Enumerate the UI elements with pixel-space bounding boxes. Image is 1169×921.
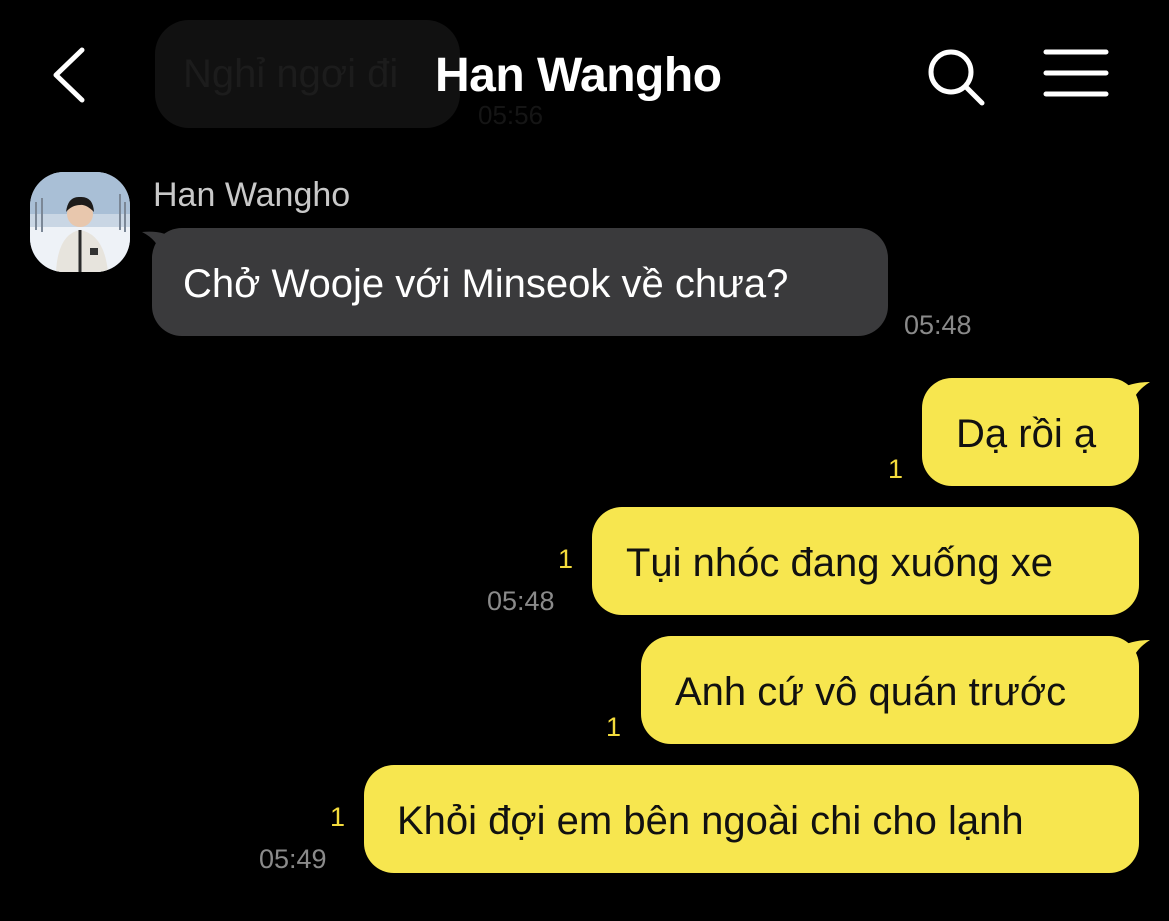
sender-avatar[interactable] xyxy=(30,172,130,272)
incoming-message-text: Chở Wooje với Minseok về chưa? xyxy=(183,262,789,306)
hamburger-menu-icon xyxy=(1043,49,1109,97)
message-timestamp: 05:48 xyxy=(904,310,972,340)
menu-button[interactable] xyxy=(1040,44,1112,104)
search-button[interactable] xyxy=(922,44,988,110)
previous-message-time: 05:56 xyxy=(478,100,544,130)
chat-screen: Nghỉ ngơi đi 05:56 Han Wangho Han Wangho… xyxy=(0,0,1169,921)
back-button[interactable] xyxy=(40,40,100,110)
unread-count: 1 xyxy=(606,712,622,742)
search-icon xyxy=(928,49,985,106)
previous-message-text: Nghỉ ngơi đi xyxy=(183,52,399,96)
sender-name: Han Wangho xyxy=(153,176,351,214)
message-timestamp: 05:49 xyxy=(259,844,327,874)
unread-count: 1 xyxy=(558,544,574,574)
unread-count: 1 xyxy=(888,454,904,484)
outgoing-message-text: Anh cứ vô quán trước xyxy=(675,670,1067,714)
outgoing-message-text: Khỏi đợi em bên ngoài chi cho lạnh xyxy=(397,799,1024,843)
message-timestamp: 05:48 xyxy=(487,586,555,616)
outgoing-message-text: Tụi nhóc đang xuống xe xyxy=(626,541,1053,585)
unread-count: 1 xyxy=(330,802,346,832)
outgoing-message-text: Dạ rồi ạ xyxy=(956,412,1097,456)
chat-title: Han Wangho xyxy=(435,49,722,102)
chevron-left-icon xyxy=(53,47,85,103)
